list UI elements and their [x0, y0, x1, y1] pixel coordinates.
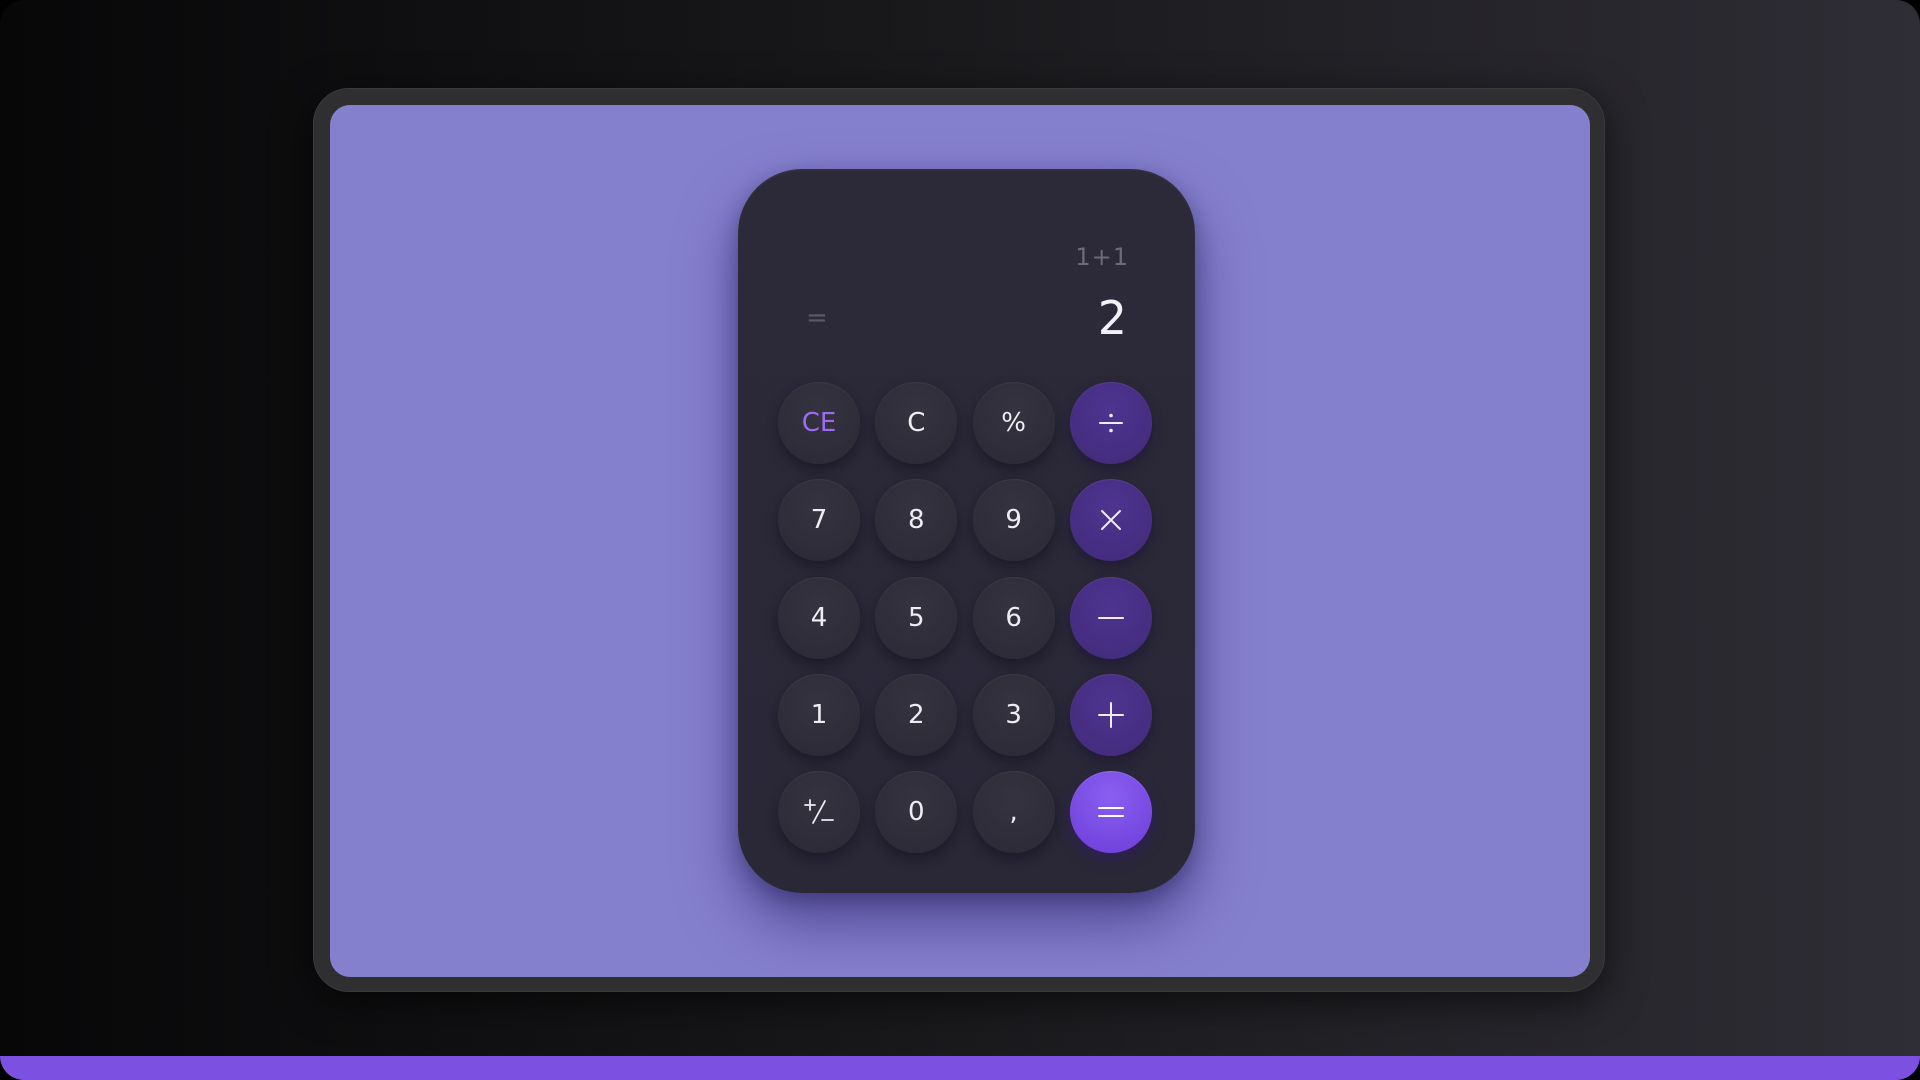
- multiply-icon: [1100, 510, 1121, 531]
- clear-entry-button[interactable]: CE: [778, 382, 860, 464]
- divide-icon: [1098, 413, 1123, 433]
- clear-button[interactable]: C: [875, 382, 958, 464]
- divide-button[interactable]: [1069, 382, 1152, 464]
- digit-5-button[interactable]: 5: [875, 576, 958, 659]
- device-frame: 1+1 = 2 CE C % 7 8 9 4 5 6 1 2 3 0 ,: [313, 88, 1605, 992]
- digit-1-button[interactable]: 1: [778, 673, 860, 756]
- plus-minus-button[interactable]: [778, 771, 860, 854]
- result-display: 2: [1097, 291, 1127, 345]
- expression-display: 1+1: [1075, 243, 1129, 271]
- equals-indicator: =: [806, 303, 828, 333]
- equals-button[interactable]: [1069, 771, 1152, 854]
- minus-button[interactable]: [1069, 576, 1152, 659]
- decimal-comma-button[interactable]: ,: [972, 771, 1055, 854]
- plus-button[interactable]: [1069, 673, 1152, 756]
- digit-3-button[interactable]: 3: [972, 673, 1055, 756]
- digit-8-button[interactable]: 8: [875, 479, 958, 562]
- plus-minus-icon: [804, 799, 834, 825]
- digit-0-button[interactable]: 0: [875, 771, 958, 854]
- device-screen: 1+1 = 2 CE C % 7 8 9 4 5 6 1 2 3 0 ,: [330, 105, 1590, 977]
- percent-button[interactable]: %: [972, 382, 1055, 464]
- minus-icon: [1097, 616, 1124, 619]
- keypad: CE C % 7 8 9 4 5 6 1 2 3 0 ,: [778, 382, 1156, 854]
- desktop-background: 1+1 = 2 CE C % 7 8 9 4 5 6 1 2 3 0 ,: [0, 0, 1920, 1080]
- equals-icon: [1097, 807, 1124, 818]
- calculator: 1+1 = 2 CE C % 7 8 9 4 5 6 1 2 3 0 ,: [738, 169, 1195, 893]
- plus-icon: [1097, 701, 1124, 728]
- accent-bar: [0, 1056, 1920, 1080]
- digit-2-button[interactable]: 2: [875, 673, 958, 756]
- digit-4-button[interactable]: 4: [778, 576, 860, 659]
- digit-7-button[interactable]: 7: [778, 479, 860, 562]
- digit-6-button[interactable]: 6: [972, 576, 1055, 659]
- multiply-button[interactable]: [1069, 479, 1152, 562]
- digit-9-button[interactable]: 9: [972, 479, 1055, 562]
